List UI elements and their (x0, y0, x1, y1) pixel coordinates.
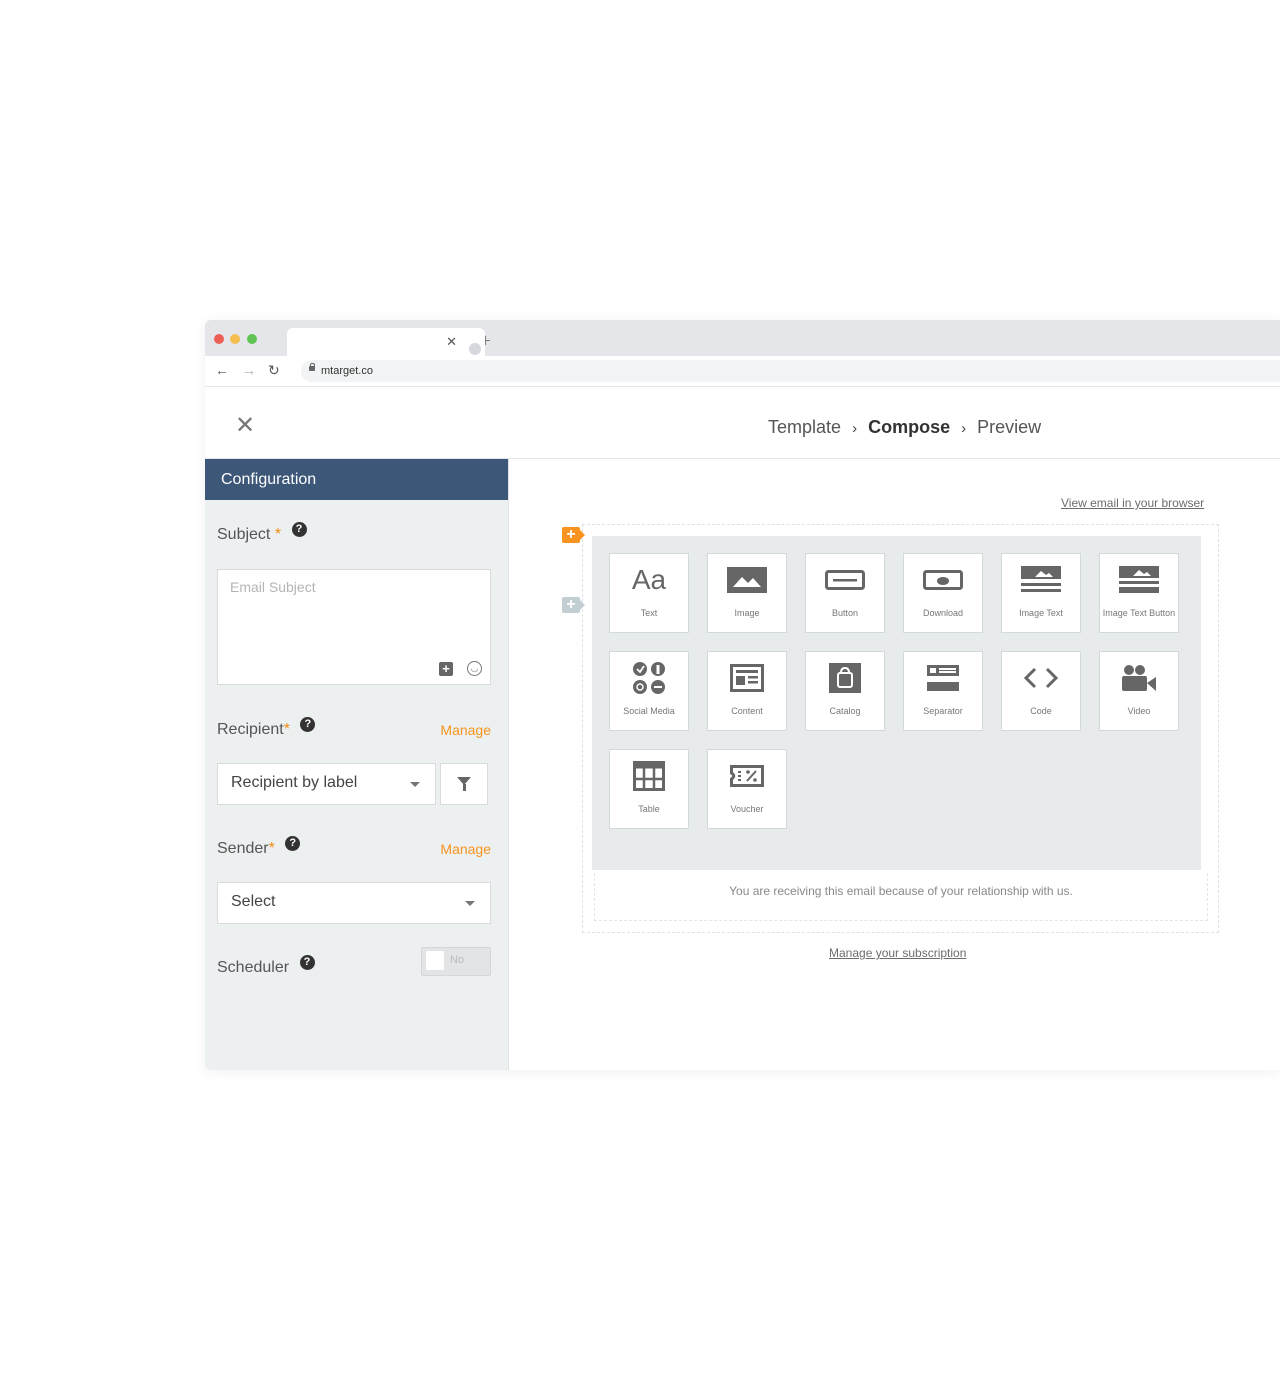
back-arrow-icon[interactable]: ← (215, 362, 229, 378)
emoji-icon[interactable]: ◡ (467, 661, 482, 676)
tab-bar: ✕ ⊦ (205, 320, 1280, 356)
toggle-state: No (450, 954, 465, 966)
chevron-right-icon: › (852, 420, 858, 437)
footer-text: You are receiving this email because of … (729, 884, 1073, 898)
block-text[interactable]: Aa Text (609, 553, 689, 633)
image-icon (708, 565, 786, 595)
configuration-title: Configuration (205, 459, 508, 500)
new-tab-icon[interactable]: ⊦ (484, 333, 491, 349)
url-field[interactable]: mtarget.co (301, 360, 1280, 382)
sender-manage-link[interactable]: Manage (440, 841, 491, 857)
add-block-icon[interactable]: + (562, 527, 585, 543)
breadcrumb-compose[interactable]: Compose (868, 417, 950, 437)
manage-subscription-link[interactable]: Manage your subscription (829, 946, 966, 960)
help-icon[interactable]: ? (300, 717, 316, 732)
table-icon (610, 761, 688, 791)
block-image-text[interactable]: Image Text (1001, 553, 1081, 633)
social-media-icon (610, 662, 688, 694)
cursor-indicator (469, 343, 481, 355)
subject-input[interactable]: Email Subject + ◡ (217, 569, 491, 685)
breadcrumb-preview[interactable]: Preview (977, 417, 1041, 437)
filter-button[interactable] (440, 763, 488, 805)
catalog-icon (806, 663, 884, 693)
compose-header: ✕ Template › Compose › Preview (205, 404, 1280, 459)
block-separator[interactable]: Separator (903, 651, 983, 731)
block-catalog[interactable]: Catalog (805, 651, 885, 731)
close-window-dot[interactable] (214, 334, 224, 344)
help-icon[interactable]: ? (291, 522, 307, 537)
sender-label: Sender* ? (217, 836, 301, 858)
block-social-media[interactable]: Social Media (609, 651, 689, 731)
filter-icon (457, 777, 471, 791)
close-icon[interactable]: ✕ (235, 414, 255, 438)
content-icon (708, 663, 786, 693)
recipient-label: Recipient* ? (217, 717, 316, 739)
code-icon (1002, 663, 1080, 693)
subject-placeholder: Email Subject (230, 579, 316, 595)
block-picker: Aa Text Image Button Download Image Text (592, 536, 1201, 870)
subject-label: Subject * ? (217, 522, 307, 544)
image-text-icon (1002, 565, 1080, 595)
download-icon (904, 565, 982, 595)
block-image[interactable]: Image (707, 553, 787, 633)
breadcrumb: Template › Compose › Preview (768, 417, 1041, 438)
help-icon[interactable]: ? (299, 955, 315, 970)
add-block-icon[interactable]: + (562, 597, 585, 613)
scheduler-toggle[interactable]: No (421, 947, 491, 976)
email-footer: You are receiving this email because of … (594, 873, 1208, 921)
separator-icon (904, 663, 982, 693)
email-canvas: View email in your browser + + Aa Text I… (509, 459, 1280, 1070)
reload-icon[interactable]: ↻ (268, 362, 280, 379)
block-code[interactable]: Code (1001, 651, 1081, 731)
block-download[interactable]: Download (903, 553, 983, 633)
chevron-down-icon (410, 782, 420, 787)
tab-close-icon[interactable]: ✕ (446, 334, 457, 350)
video-icon (1100, 663, 1178, 693)
minimize-window-dot[interactable] (230, 334, 240, 344)
recipient-select[interactable]: Recipient by label (217, 763, 436, 805)
help-icon[interactable]: ? (285, 836, 301, 851)
sender-select-value: Select (231, 893, 276, 910)
block-content[interactable]: Content (707, 651, 787, 731)
address-bar: ← → ↻ mtarget.co (205, 356, 1280, 387)
image-text-button-icon (1100, 565, 1178, 595)
toggle-knob (426, 951, 444, 970)
recipient-manage-link[interactable]: Manage (440, 722, 491, 738)
text-icon: Aa (631, 564, 667, 595)
block-video[interactable]: Video (1099, 651, 1179, 731)
breadcrumb-template[interactable]: Template (768, 417, 841, 437)
browser-window: ✕ ⊦ ← → ↻ mtarget.co ✕ Template › Compos… (205, 320, 1280, 1070)
browser-tab[interactable]: ✕ (287, 328, 485, 356)
view-in-browser-link[interactable]: View email in your browser (1061, 496, 1204, 510)
forward-arrow-icon[interactable]: → (242, 362, 256, 378)
chevron-right-icon: › (961, 420, 967, 437)
maximize-window-dot[interactable] (247, 334, 257, 344)
voucher-icon (708, 761, 786, 791)
configuration-sidebar: Configuration Subject * ? Email Subject … (205, 459, 509, 1070)
sender-select[interactable]: Select (217, 882, 491, 924)
block-image-text-button[interactable]: Image Text Button (1099, 553, 1179, 633)
url-text: mtarget.co (321, 365, 373, 377)
recipient-select-value: Recipient by label (231, 774, 358, 791)
block-voucher[interactable]: Voucher (707, 749, 787, 829)
block-button[interactable]: Button (805, 553, 885, 633)
insert-field-icon[interactable]: + (439, 662, 453, 676)
scheduler-label: Scheduler ? (217, 955, 315, 977)
chevron-down-icon (465, 901, 475, 906)
lock-icon (309, 363, 315, 371)
button-icon (806, 565, 884, 595)
block-table[interactable]: Table (609, 749, 689, 829)
